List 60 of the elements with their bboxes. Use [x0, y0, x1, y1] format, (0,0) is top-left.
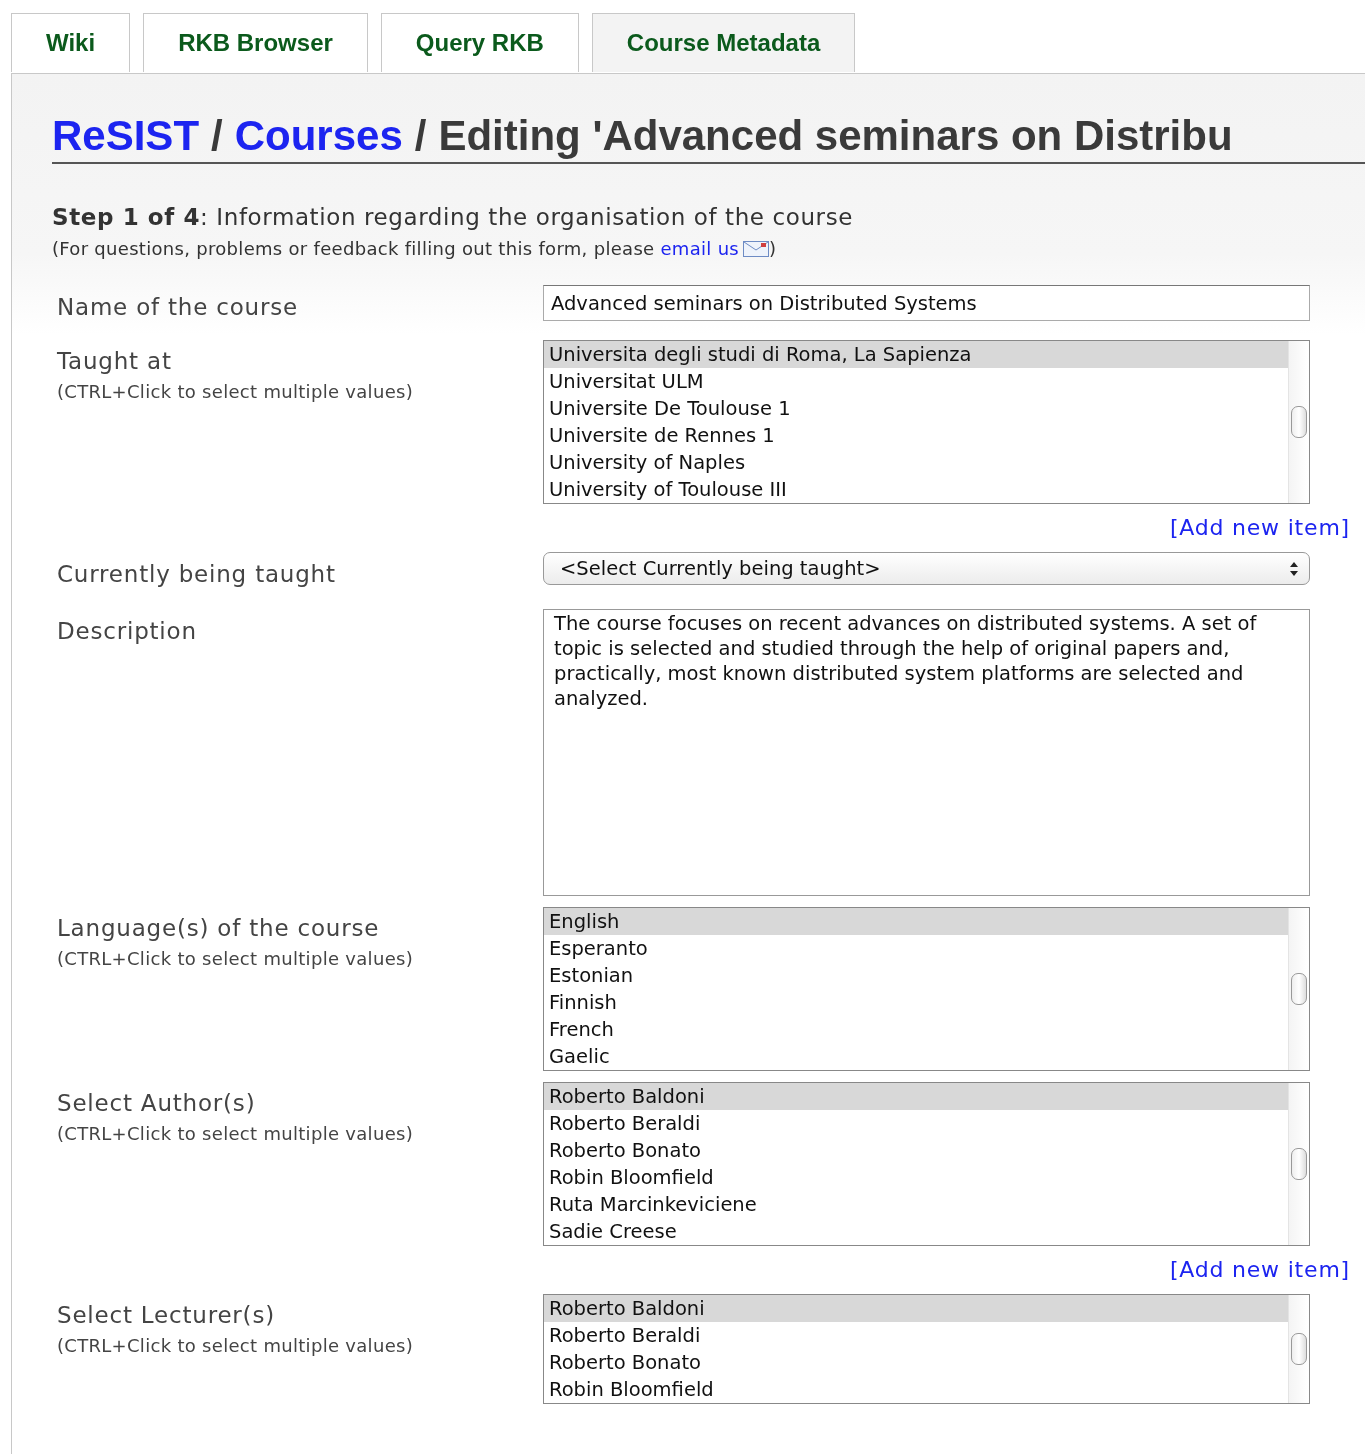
list-option[interactable]: Gaelic — [544, 1043, 1288, 1070]
list-option[interactable]: Robin Bloomfield — [544, 1164, 1288, 1191]
list-option[interactable]: Roberto Baldoni — [544, 1295, 1288, 1322]
field-label: Select Lecturer(s) — [57, 1301, 276, 1329]
field-label: Name of the course — [57, 293, 299, 321]
list-option[interactable]: Sadie Creese — [544, 1218, 1288, 1245]
email-link[interactable]: email us — [660, 238, 740, 259]
description-field[interactable]: The course focuses on recent advances on distributed systems. A set of topic is selected and studied through the help of original papers and, practically, most known distributed system platforms are selected and analyzed. — [543, 609, 1310, 896]
list-option[interactable]: Robin Bloomfield — [544, 1376, 1288, 1403]
list-box[interactable]: Universita degli studi di Roma, La Sapienza Universitat ULM Universite De Toulouse 1 Universite de Rennes 1 University of Naples University of Toulouse III — [543, 340, 1310, 504]
list-box[interactable]: Roberto Baldoni Roberto Beraldi Roberto Bonato Robin Bloomfield — [543, 1294, 1310, 1404]
list-option[interactable]: University of Toulouse III — [544, 476, 1288, 503]
list-option[interactable]: Roberto Bonato — [544, 1137, 1288, 1164]
list-option[interactable]: French — [544, 1016, 1288, 1043]
tab[interactable]: RKB Browser — [143, 13, 368, 72]
step-heading: Step 1 of 4: Information regarding the organisation of the course — [52, 204, 854, 230]
breadcrumb-separator: / — [211, 112, 223, 160]
breadcrumb-link[interactable]: ReSIST — [52, 112, 200, 160]
list-option[interactable]: Roberto Baldoni — [544, 1083, 1288, 1110]
add-item-link[interactable]: [Add new item] — [1169, 1257, 1350, 1282]
tab[interactable]: Query RKB — [380, 13, 579, 72]
help-note: (For questions, problems or feedback filling out this form, please email us ) — [52, 238, 778, 259]
field-label: Taught at — [57, 347, 173, 375]
list-option[interactable]: English — [544, 908, 1288, 935]
list-box[interactable]: English Esperanto Estonian Finnish French Gaelic — [543, 907, 1310, 1071]
list-option[interactable]: Universite de Rennes 1 — [544, 422, 1288, 449]
list-option[interactable]: Finnish — [544, 989, 1288, 1016]
list-option[interactable]: Ruta Marcinkeviciene — [544, 1191, 1288, 1218]
list-option[interactable]: Roberto Beraldi — [544, 1110, 1288, 1137]
updown-arrows-icon — [1289, 560, 1299, 577]
list-option[interactable]: University of Naples — [544, 449, 1288, 476]
list-option[interactable]: Universitat ULM — [544, 368, 1288, 395]
scrollbar[interactable] — [1288, 341, 1309, 503]
list-option[interactable]: Estonian — [544, 962, 1288, 989]
field-label: Select Author(s) — [57, 1089, 257, 1117]
page-title: Editing 'Advanced seminars on Distribu — [438, 112, 1233, 160]
dropdown[interactable]: <Select Currently being taught> — [543, 552, 1310, 585]
tab[interactable]: Course Metadata — [591, 13, 856, 72]
field-label: Description — [57, 617, 198, 645]
field-label: Language(s) of the course — [57, 914, 381, 942]
envelope-icon[interactable] — [743, 241, 770, 257]
scrollbar[interactable] — [1288, 1295, 1309, 1403]
hint-text: (CTRL+Click to select multiple values) — [57, 381, 414, 402]
hint-text: (CTRL+Click to select multiple values) — [57, 948, 414, 969]
hint-text: (CTRL+Click to select multiple values) — [57, 1335, 414, 1356]
breadcrumb-link[interactable]: Courses — [234, 112, 403, 160]
text-field[interactable]: Advanced seminars on Distributed Systems — [543, 285, 1310, 321]
add-item-link[interactable]: [Add new item] — [1169, 515, 1350, 540]
list-option[interactable]: Roberto Bonato — [544, 1349, 1288, 1376]
scrollbar[interactable] — [1288, 908, 1309, 1070]
breadcrumb-separator: / — [414, 112, 427, 160]
list-option[interactable]: Esperanto — [544, 935, 1288, 962]
list-option[interactable]: Universite De Toulouse 1 — [544, 395, 1288, 422]
scrollbar[interactable] — [1288, 1083, 1309, 1245]
hint-text: (CTRL+Click to select multiple values) — [57, 1123, 414, 1144]
list-option[interactable]: Roberto Beraldi — [544, 1322, 1288, 1349]
field-label: Currently being taught — [57, 560, 337, 588]
list-box[interactable]: Roberto Baldoni Roberto Beraldi Roberto Bonato Robin Bloomfield Ruta Marcinkeviciene Sadie Creese — [543, 1082, 1310, 1246]
tab[interactable]: Wiki — [11, 13, 131, 72]
list-option[interactable]: Universita degli studi di Roma, La Sapienza — [544, 341, 1288, 368]
